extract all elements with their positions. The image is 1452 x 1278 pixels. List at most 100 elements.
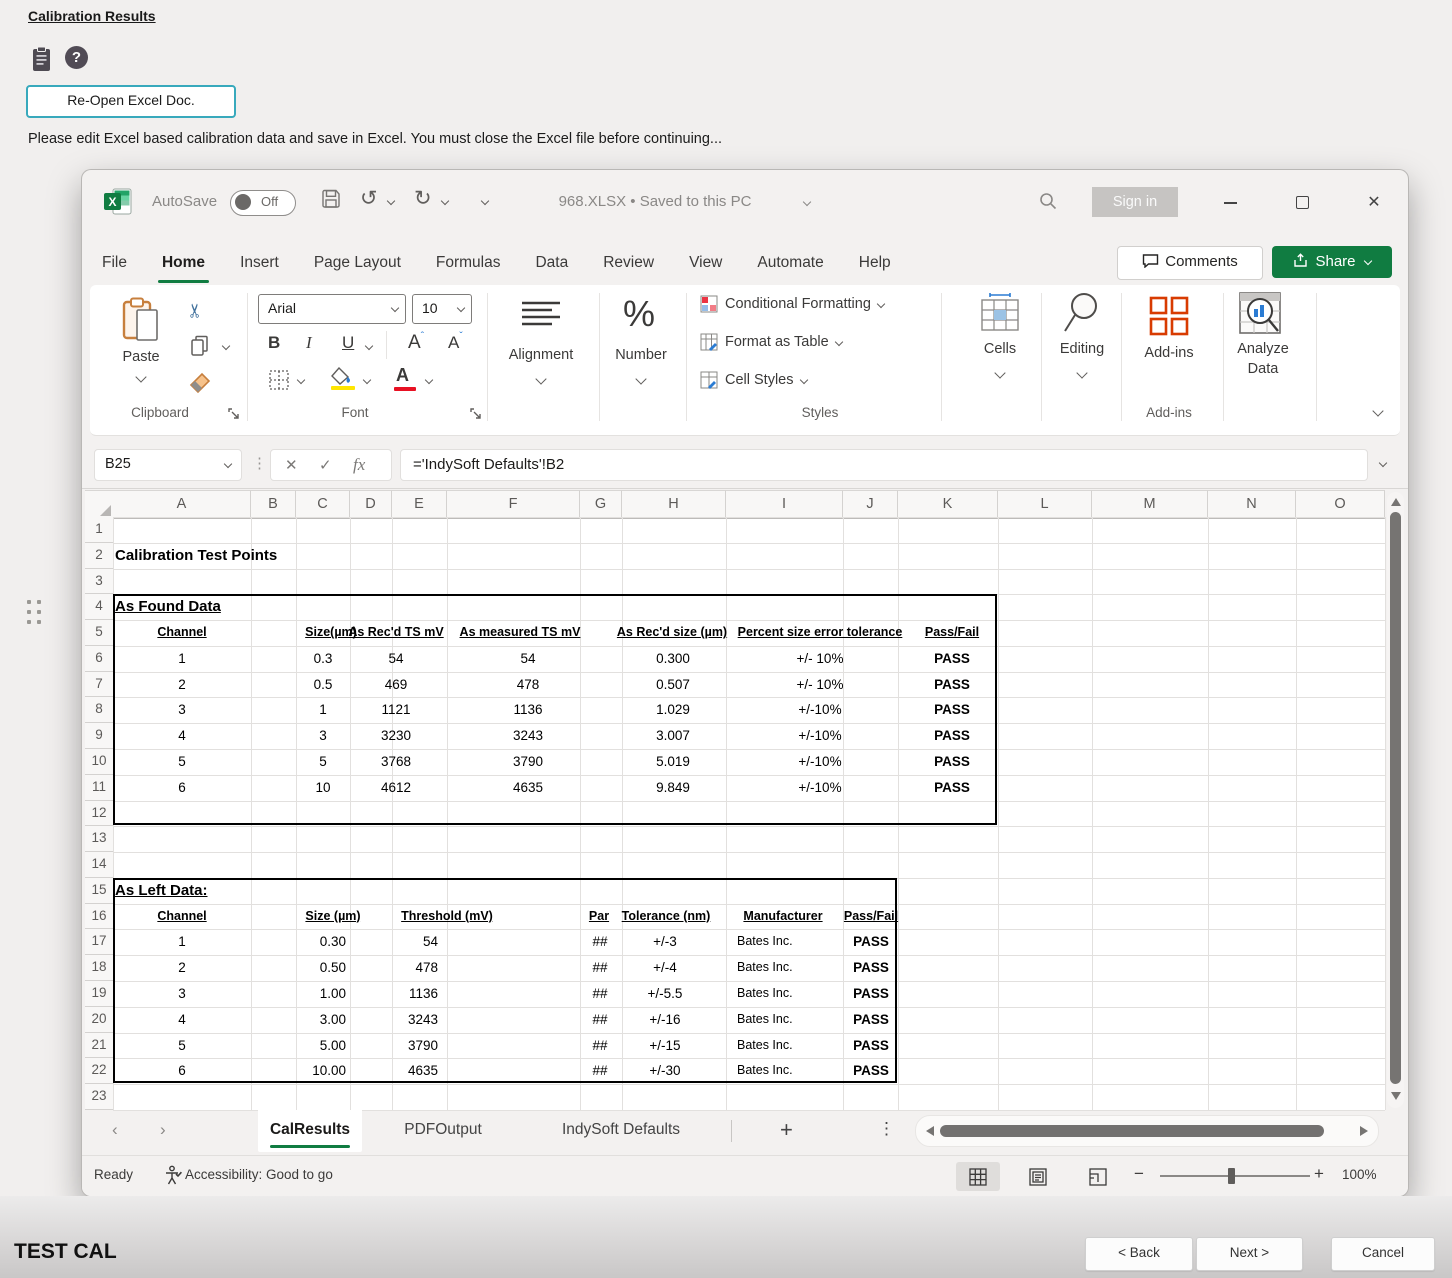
sheet-title-cell[interactable]: Calibration Test Points [115, 543, 277, 569]
row-header-15[interactable]: 15 [85, 878, 114, 904]
col-header-M[interactable]: M [1092, 490, 1208, 519]
ribbon-collapse-icon[interactable] [1372, 405, 1383, 416]
row-header-2[interactable]: 2 [85, 543, 114, 569]
menu-tab-page-layout[interactable]: Page Layout [312, 250, 403, 276]
col-header-O[interactable]: O [1296, 490, 1385, 519]
fill-color-icon[interactable] [330, 367, 354, 390]
borders-icon[interactable] [268, 369, 290, 396]
sheet-tab-calresults[interactable]: CalResults [258, 1110, 362, 1152]
conditional-formatting-button[interactable]: Conditional Formatting [700, 295, 884, 313]
row-header-23[interactable]: 23 [85, 1084, 114, 1110]
scroll-left-icon[interactable] [926, 1126, 934, 1136]
row-header-12[interactable]: 12 [85, 801, 114, 827]
undo-icon[interactable]: ↺ [360, 186, 378, 211]
row-header-3[interactable]: 3 [85, 569, 114, 595]
new-sheet-icon[interactable]: + [780, 1117, 793, 1143]
page-break-view-button[interactable] [1076, 1162, 1120, 1191]
drag-grip[interactable] [27, 600, 49, 626]
underline-dropdown-icon[interactable] [365, 342, 373, 350]
fill-color-dropdown-icon[interactable] [363, 376, 371, 384]
sheet-nav-right-icon[interactable]: › [160, 1120, 166, 1140]
increase-font-button[interactable]: Aˆ [408, 331, 424, 354]
search-icon[interactable] [1038, 191, 1058, 216]
number-format-icon[interactable]: % [623, 293, 655, 335]
page-layout-view-button[interactable] [1016, 1162, 1060, 1191]
format-painter-icon[interactable] [188, 371, 212, 400]
zoom-slider[interactable] [1160, 1175, 1310, 1177]
quick-access-dropdown-icon[interactable] [481, 197, 489, 205]
scroll-right-icon[interactable] [1360, 1126, 1368, 1136]
row-header-4[interactable]: 4 [85, 594, 114, 620]
col-header-E[interactable]: E [392, 490, 447, 519]
font-name-select[interactable]: Arial [258, 294, 406, 324]
horizontal-scroll-thumb[interactable] [940, 1125, 1324, 1137]
cells-icon[interactable] [978, 293, 1022, 338]
formula-bar-expand-icon[interactable] [1379, 459, 1387, 467]
scroll-up-icon[interactable] [1391, 498, 1401, 506]
close-button[interactable]: ✕ [1363, 192, 1385, 214]
document-title[interactable]: 968.XLSX • Saved to this PC [512, 193, 798, 210]
underline-button[interactable]: U [342, 333, 354, 353]
maximize-button[interactable] [1291, 192, 1313, 214]
paste-label[interactable]: Paste [106, 349, 176, 365]
menu-tab-data[interactable]: Data [533, 250, 570, 276]
col-header-C[interactable]: C [296, 490, 350, 519]
bold-button[interactable]: B [268, 333, 280, 353]
editing-label[interactable]: Editing [1046, 341, 1118, 357]
menu-tab-review[interactable]: Review [601, 250, 656, 276]
menu-tab-insert[interactable]: Insert [238, 250, 281, 276]
col-header-F[interactable]: F [447, 490, 580, 519]
select-all-corner[interactable] [85, 490, 114, 519]
scroll-down-icon[interactable] [1391, 1092, 1401, 1100]
add-ins-icon[interactable] [1148, 295, 1190, 342]
save-icon[interactable] [320, 188, 342, 215]
vertical-scrollbar[interactable] [1387, 492, 1404, 1108]
menu-tab-view[interactable]: View [687, 250, 724, 276]
col-header-N[interactable]: N [1208, 490, 1296, 519]
row-header-1[interactable]: 1 [85, 517, 114, 543]
menu-tab-automate[interactable]: Automate [755, 250, 825, 276]
paste-button[interactable] [120, 297, 162, 348]
undo-dropdown-icon[interactable] [387, 197, 395, 205]
zoom-slider-thumb[interactable] [1228, 1168, 1235, 1184]
formula-bar-splitter-icon[interactable]: ⋮ [252, 454, 267, 472]
share-button[interactable]: Share [1272, 246, 1392, 278]
add-ins-label[interactable]: Add-ins [1133, 345, 1205, 361]
editing-dropdown-icon[interactable] [1076, 367, 1087, 378]
menu-tab-home[interactable]: Home [160, 250, 207, 276]
insert-function-icon[interactable]: fx [353, 455, 365, 475]
col-header-B[interactable]: B [251, 490, 296, 519]
alignment-label[interactable]: Alignment [496, 347, 586, 363]
redo-dropdown-icon[interactable] [441, 197, 449, 205]
col-header-A[interactable]: A [113, 490, 251, 519]
col-header-H[interactable]: H [622, 490, 726, 519]
cancel-entry-icon[interactable]: ✕ [285, 456, 298, 474]
alignment-icon[interactable] [518, 299, 564, 334]
paste-dropdown-icon[interactable] [135, 371, 146, 382]
clipboard-icon[interactable] [31, 46, 52, 77]
confirm-entry-icon[interactable]: ✓ [319, 456, 332, 474]
formula-input[interactable]: ='IndySoft Defaults'!B2 [400, 449, 1368, 481]
col-header-G[interactable]: G [580, 490, 622, 519]
analyze-data-icon[interactable] [1236, 291, 1288, 342]
menu-tab-formulas[interactable]: Formulas [434, 250, 503, 276]
borders-dropdown-icon[interactable] [297, 376, 305, 384]
col-header-J[interactable]: J [843, 490, 898, 519]
menu-tab-help[interactable]: Help [857, 250, 893, 276]
redo-icon[interactable]: ↻ [414, 186, 432, 211]
number-dropdown-icon[interactable] [635, 373, 646, 384]
zoom-out-icon[interactable]: − [1134, 1164, 1144, 1184]
font-color-icon[interactable]: A [396, 365, 409, 386]
sheet-tab-indysoft-defaults[interactable]: IndySoft Defaults [526, 1110, 716, 1152]
analyze-data-label-2[interactable]: Data [1228, 361, 1298, 377]
col-header-D[interactable]: D [350, 490, 392, 519]
cut-icon[interactable]: ✂ [184, 303, 207, 319]
status-ready[interactable]: Ready [94, 1167, 133, 1182]
vertical-scroll-thumb[interactable] [1390, 512, 1401, 1084]
back-button[interactable]: < Back [1085, 1237, 1193, 1271]
sheet-nav-left-icon[interactable]: ‹ [112, 1120, 118, 1140]
row-header-13[interactable]: 13 [85, 826, 114, 852]
copy-icon[interactable] [190, 335, 210, 362]
alignment-dropdown-icon[interactable] [535, 373, 546, 384]
name-box[interactable]: B25 [94, 449, 242, 481]
